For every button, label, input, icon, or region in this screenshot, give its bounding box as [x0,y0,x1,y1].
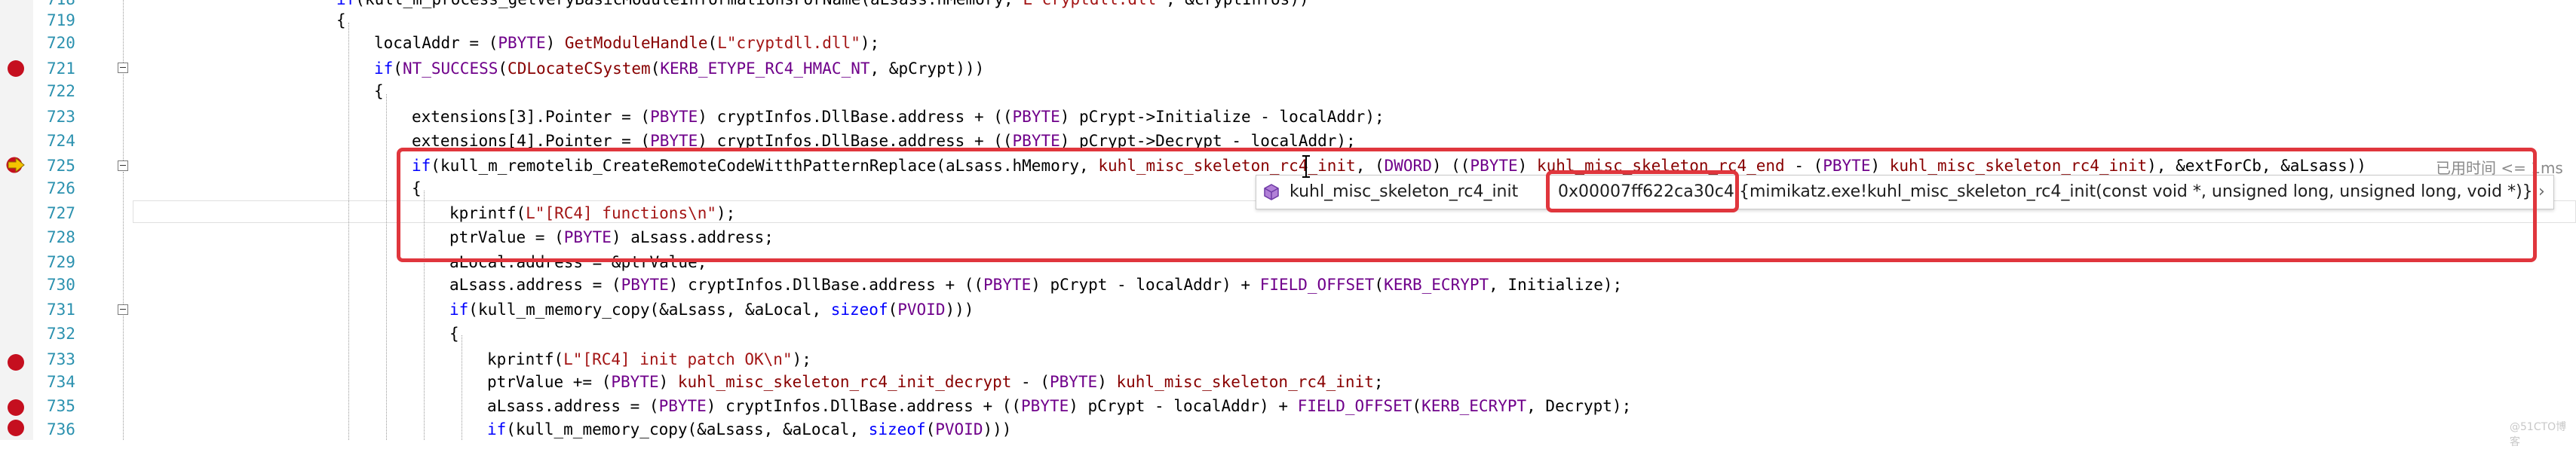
code-line[interactable]: extensions[3].Pointer = (PBYTE) cryptInf… [412,105,1385,128]
indent-guide [386,94,387,440]
code-line[interactable]: if(kull_m_memory_copy(&aLsass, &aLocal, … [449,298,974,321]
datatip-pin-icon[interactable]: › [2538,182,2545,203]
code-line[interactable]: ptrValue += (PBYTE) kuhl_misc_skeleton_r… [487,371,1384,393]
line-number: 735 [47,397,75,415]
line-number: 719 [47,11,75,29]
outline-guide [123,74,124,160]
line-number: 729 [47,253,75,271]
line-number: 731 [47,301,75,319]
code-line[interactable]: if(kull_m_memory_copy(&aLsass, &aLocal, … [487,418,1011,441]
current-statement-arrow-icon[interactable] [6,157,26,173]
outline-guide [123,0,124,63]
code-line[interactable]: { [336,9,346,32]
code-line[interactable]: kprintf(L"[RC4] init patch OK\n"); [487,348,811,371]
line-number-column: 718 719 720 721 722 723 724 725 726 727 … [33,0,116,440]
code-line[interactable]: localAddr = (PBYTE) GetModuleHandle(L"cr… [374,32,879,54]
line-number: 732 [47,325,75,343]
line-number: 725 [47,157,75,175]
code-line[interactable]: { [449,322,459,345]
watermark: @51CTO博客 [2510,421,2567,448]
line-number: 727 [47,204,75,222]
code-line[interactable]: if(kull_m_process_getVeryBasicModuleInfo… [336,0,1309,11]
annotation-box-code [397,148,2537,262]
line-number: 722 [47,82,75,100]
collapse-icon[interactable] [118,304,128,315]
line-number: 720 [47,34,75,52]
breakpoint-icon[interactable] [8,354,24,371]
outline-column [116,0,133,440]
line-number: 723 [47,108,75,126]
line-number: 733 [47,350,75,368]
line-number: 730 [47,276,75,294]
line-number: 728 [47,228,75,246]
line-number: 734 [47,373,75,391]
line-number: 726 [47,179,75,197]
outline-guide [123,316,124,440]
breakpoint-icon[interactable] [8,399,24,416]
code-line[interactable]: if(NT_SUCCESS(CDLocateCSystem(KERB_ETYPE… [374,57,984,80]
outline-guide [123,172,124,304]
indent-guide [348,23,349,440]
code-line[interactable]: aLsass.address = (PBYTE) cryptInfos.DllB… [449,273,1622,296]
annotation-box-address [1546,170,1739,212]
line-number: 721 [47,60,75,78]
line-number: 736 [47,420,75,438]
line-number: 724 [47,132,75,150]
breakpoint-icon[interactable] [8,420,24,436]
breakpoint-icon[interactable] [8,60,24,77]
collapse-icon[interactable] [118,160,128,171]
code-line[interactable]: aLsass.address = (PBYTE) cryptInfos.DllB… [487,395,1631,417]
code-line[interactable]: { [374,80,384,102]
collapse-icon[interactable] [118,63,128,73]
